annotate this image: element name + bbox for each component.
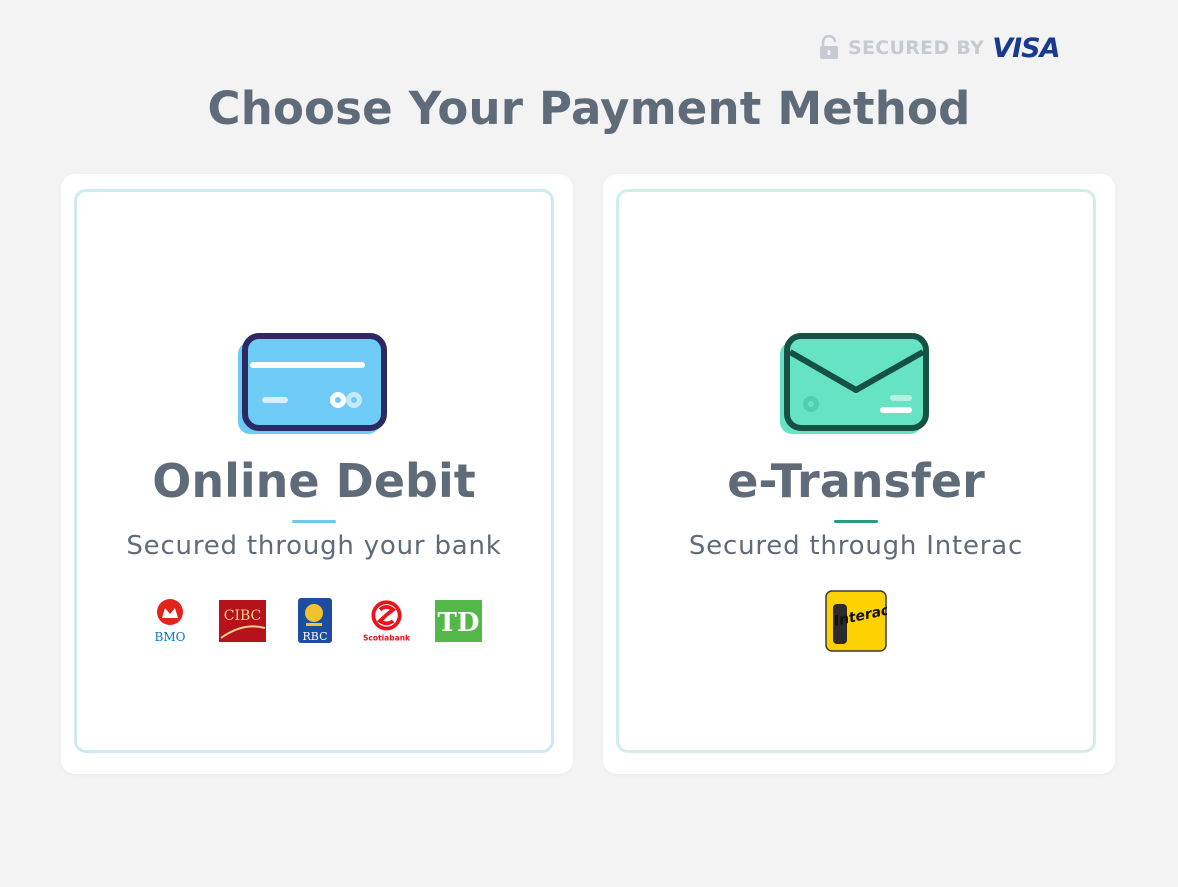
visa-logo: VISA xyxy=(992,32,1060,64)
e-transfer-underline xyxy=(834,520,878,523)
secured-by-label: SECURED BY xyxy=(848,37,985,59)
lock-icon xyxy=(820,35,838,59)
secured-by-visa-badge: SECURED BY VISA xyxy=(819,32,1061,64)
e-transfer-card-border: e-Transfer Secured through Interac Inter… xyxy=(616,189,1096,753)
e-transfer-title: e-Transfer xyxy=(727,454,985,508)
page-title: Choose Your Payment Method xyxy=(207,82,971,135)
td-logo: TD xyxy=(434,598,482,644)
rbc-logo: RBC xyxy=(291,598,338,644)
online-debit-underline xyxy=(292,520,336,523)
scotiabank-logo: Scotiabank xyxy=(363,598,410,644)
cibc-logo: CIBC xyxy=(218,598,266,644)
cibc-logo-text: CIBC xyxy=(223,608,261,624)
credit-card-icon xyxy=(238,333,387,434)
td-logo-text: TD xyxy=(437,608,479,638)
online-debit-subtitle: Secured through your bank xyxy=(126,531,502,561)
online-debit-card-border: Online Debit Secured through your bank B… xyxy=(74,189,554,753)
online-debit-option[interactable]: Online Debit Secured through your bank B… xyxy=(61,174,573,774)
bmo-logo: BMO xyxy=(147,598,194,644)
interac-logo: Interac xyxy=(825,590,891,652)
bank-logos: BMO CIBC RBC Scotiabank TD xyxy=(77,597,551,645)
bmo-logo-text: BMO xyxy=(154,630,185,644)
e-transfer-option[interactable]: e-Transfer Secured through Interac Inter… xyxy=(603,174,1115,774)
envelope-icon xyxy=(780,333,929,434)
scotiabank-logo-text: Scotiabank xyxy=(363,634,410,643)
rbc-logo-text: RBC xyxy=(302,630,327,643)
payment-method-page: SECURED BY VISA Choose Your Payment Meth… xyxy=(0,0,1178,887)
online-debit-title: Online Debit xyxy=(152,454,476,508)
e-transfer-subtitle: Secured through Interac xyxy=(688,531,1024,561)
